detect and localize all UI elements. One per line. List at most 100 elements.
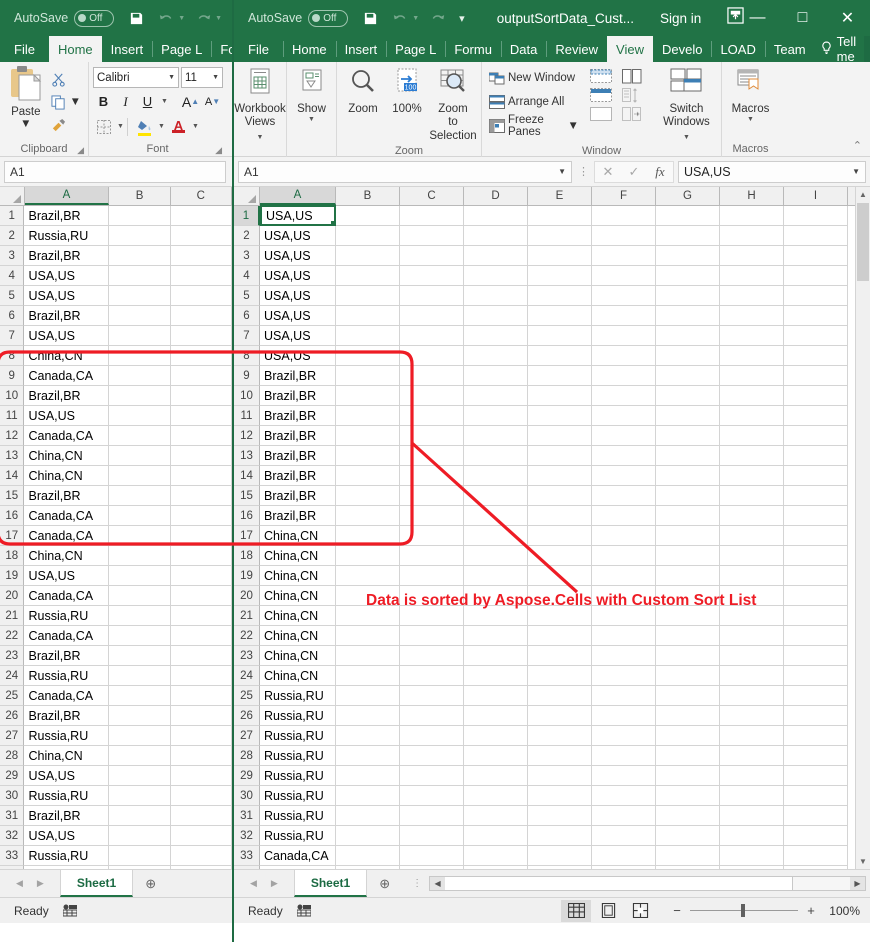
cancel-icon[interactable]: ✕ [595,162,621,182]
cell-I13[interactable] [784,446,848,466]
vertical-scroll-thumb[interactable] [857,203,869,281]
horizontal-scrollbar[interactable]: ◀ ▶ [429,876,866,891]
cell-E33[interactable] [528,846,592,866]
cell-H17[interactable] [720,526,784,546]
font-name-caret-icon[interactable]: ▼ [165,74,175,81]
cell-E14[interactable] [528,466,592,486]
cell-I3[interactable] [784,246,848,266]
right-col-header-f[interactable]: F [592,187,656,205]
row-header-7[interactable]: 7 [0,326,24,346]
cell-G32[interactable] [656,826,720,846]
row-header-1[interactable]: 1 [234,206,260,226]
cell-C22[interactable] [171,626,232,646]
cell-E32[interactable] [528,826,592,846]
cell-B33[interactable] [109,846,170,866]
cell-B3[interactable] [109,246,170,266]
left-col-header-c[interactable]: C [171,187,232,205]
right-col-header-b[interactable]: B [336,187,400,205]
cell-E24[interactable] [528,666,592,686]
cell-E13[interactable] [528,446,592,466]
cell-A27[interactable]: Russia,RU [24,726,109,746]
workbook-views-button[interactable]: Workbook Views ▼ [238,65,282,145]
cell-A2[interactable]: USA,US [260,226,336,246]
cell-H12[interactable] [720,426,784,446]
cell-D12[interactable] [464,426,528,446]
cell-C19[interactable] [171,566,232,586]
cell-D29[interactable] [464,766,528,786]
cell-D34[interactable] [464,866,528,869]
cell-A32[interactable]: USA,US [24,826,109,846]
cell-C28[interactable] [171,746,232,766]
cell-H33[interactable] [720,846,784,866]
cell-B20[interactable] [109,586,170,606]
formula-input[interactable]: USA,US ▼ [678,161,866,183]
cell-A21[interactable]: China,CN [260,606,336,626]
row-header-12[interactable]: 12 [234,426,260,446]
right-col-header-h[interactable]: H [720,187,784,205]
cell-C5[interactable] [400,286,464,306]
right-tab-data[interactable]: Data [501,36,546,62]
cell-I18[interactable] [784,546,848,566]
row-header-6[interactable]: 6 [0,306,24,326]
cell-G17[interactable] [656,526,720,546]
left-tab-insert[interactable]: Insert [102,36,153,62]
cell-A9[interactable]: Canada,CA [24,366,109,386]
cell-A26[interactable]: Russia,RU [260,706,336,726]
cell-G9[interactable] [656,366,720,386]
cell-A24[interactable]: Russia,RU [24,666,109,686]
cell-C19[interactable] [400,566,464,586]
cell-E25[interactable] [528,686,592,706]
cell-I28[interactable] [784,746,848,766]
cell-B6[interactable] [109,306,170,326]
cell-H28[interactable] [720,746,784,766]
cell-D8[interactable] [464,346,528,366]
zoom-out-button[interactable]: − [671,903,683,918]
horizontal-scroll-thumb[interactable] [445,877,793,890]
cell-F3[interactable] [592,246,656,266]
cell-F15[interactable] [592,486,656,506]
sign-in-button[interactable]: Sign in [660,11,701,26]
cell-A7[interactable]: USA,US [260,326,336,346]
zoom-100-button[interactable]: 100 100% [385,65,429,118]
cell-C12[interactable] [171,426,232,446]
cell-B34[interactable] [336,866,400,869]
cell-F16[interactable] [592,506,656,526]
row-header-30[interactable]: 30 [234,786,260,806]
right-col-header-e[interactable]: E [528,187,592,205]
cell-F22[interactable] [592,626,656,646]
cell-I20[interactable] [784,586,848,606]
cell-G26[interactable] [656,706,720,726]
cell-D20[interactable] [464,586,528,606]
zoom-in-button[interactable]: + [805,903,817,918]
cell-A22[interactable]: China,CN [260,626,336,646]
cell-G4[interactable] [656,266,720,286]
cell-D1[interactable] [464,206,528,226]
cell-B15[interactable] [336,486,400,506]
cell-B12[interactable] [109,426,170,446]
row-header-34[interactable]: 34 [234,866,260,869]
cell-C34[interactable] [171,866,232,869]
font-color-button[interactable]: A [168,116,189,137]
left-autosave-switch[interactable]: Off [74,10,114,27]
right-col-header-c[interactable]: C [400,187,464,205]
cell-B30[interactable] [109,786,170,806]
right-tab-view[interactable]: View [607,36,653,62]
cell-G11[interactable] [656,406,720,426]
cell-B5[interactable] [109,286,170,306]
cell-B14[interactable] [109,466,170,486]
cell-I29[interactable] [784,766,848,786]
cell-I33[interactable] [784,846,848,866]
cell-C31[interactable] [171,806,232,826]
cell-H13[interactable] [720,446,784,466]
cell-A14[interactable]: China,CN [24,466,109,486]
cell-C11[interactable] [171,406,232,426]
cell-G31[interactable] [656,806,720,826]
row-header-23[interactable]: 23 [234,646,260,666]
cell-B4[interactable] [109,266,170,286]
cell-G34[interactable] [656,866,720,869]
cell-E4[interactable] [528,266,592,286]
cell-A32[interactable]: Russia,RU [260,826,336,846]
cell-C12[interactable] [400,426,464,446]
cell-H3[interactable] [720,246,784,266]
left-add-sheet-icon[interactable]: ⊕ [133,870,168,897]
